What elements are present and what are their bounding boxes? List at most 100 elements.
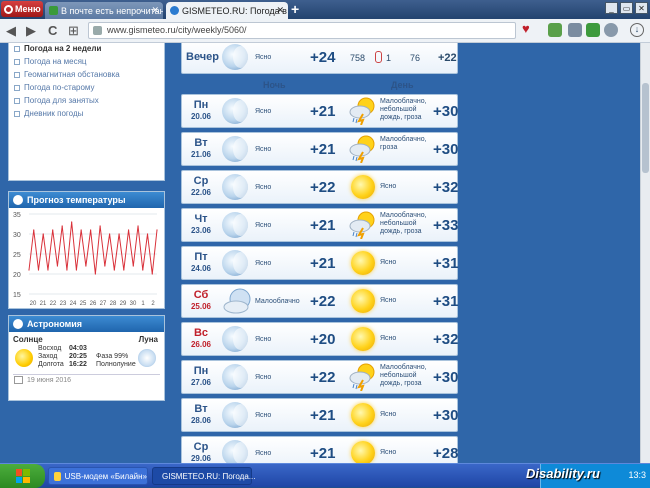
downloads-icon[interactable]: ↓ (630, 23, 644, 37)
temperature-point (127, 229, 130, 231)
x-tick-label: 22 (50, 301, 57, 307)
start-button[interactable] (0, 464, 45, 488)
day-of-week: Сб (193, 289, 209, 301)
y-tick-label: 30 (13, 232, 21, 239)
day-row: Вс 26.06 Ясно +20 Ясно +32 (181, 322, 458, 356)
scrollbar-thumb[interactable] (642, 83, 649, 173)
temperature-point (90, 229, 92, 231)
day-column-header: День (391, 80, 414, 90)
day-condition: Ясно (380, 297, 397, 304)
temperature-point (66, 269, 68, 271)
sidebar-links-box: Погода на 2 недели Погода на месяц Геома… (8, 43, 165, 181)
close-window-icon[interactable]: ✕ (635, 2, 648, 14)
day-of-week: Вт (194, 137, 208, 149)
day-row: Пн 27.06 Ясно +22 Малооблачно, небольшой дож… (181, 360, 458, 394)
taskbar-item-usb-modem[interactable]: USB-модем «Билайн» (48, 467, 148, 485)
tab-label: GISMETEO.RU: Погода в Во (182, 5, 288, 16)
url-input[interactable]: www.gismeteo.ru/city/weekly/5060/ (88, 22, 516, 39)
day-of-week: Вс (193, 327, 209, 339)
sidebar-link-busy[interactable]: Погода для занятых (14, 96, 164, 105)
x-tick-label: 20 (30, 301, 37, 307)
sidebar-link-old-style[interactable]: Погода по-старому (14, 83, 164, 92)
day-date: 24.06 (190, 264, 212, 273)
temperature-point (52, 229, 54, 231)
y-tick-label: 35 (13, 212, 21, 219)
clear-night-icon (222, 174, 248, 200)
bullet-icon (14, 71, 20, 78)
evening-humidity: 76 (410, 53, 421, 63)
heart-bookmark-icon[interactable]: ♥ (522, 21, 536, 36)
forward-icon[interactable]: ▶ (26, 23, 36, 39)
close-tab-icon[interactable]: ✕ (151, 5, 159, 16)
sidebar-link-diary[interactable]: Дневник погоды (14, 109, 164, 118)
watermark: Disability.ru (526, 466, 600, 481)
extension-icon[interactable] (568, 23, 582, 37)
day-temperature: +32 (433, 179, 459, 196)
vertical-scrollbar[interactable] (640, 43, 650, 463)
browser-tab-bar: Меню В почте есть непрочитанн ✕ GISMETEO.… (0, 0, 650, 19)
astronomy-header: Астрономия (9, 316, 164, 332)
night-condition: Ясно (255, 260, 272, 267)
gismeteo-favicon-icon (170, 6, 179, 15)
day-condition: Малооблачно, небольшой дождь, гроза (380, 98, 427, 121)
day-label: Ср 29.06 (186, 441, 216, 463)
moon-phase-name: Полнолуние (96, 361, 136, 368)
site-info-icon[interactable] (93, 26, 102, 35)
download-extension-icon[interactable] (586, 23, 600, 37)
day-temperature: +30 (433, 103, 459, 120)
temperature-point (113, 269, 115, 271)
x-tick-label: 29 (120, 301, 127, 307)
sidebar-link-geomagnetic[interactable]: Геомагнитная обстановка (14, 70, 164, 79)
browser-menu-button[interactable]: Меню (1, 1, 43, 17)
clear-night-icon (222, 364, 248, 390)
evening-temperature: +24 (310, 49, 336, 66)
night-temperature: +21 (310, 407, 336, 424)
night-temperature: +21 (310, 141, 336, 158)
sidebar-link-month[interactable]: Погода на месяц (14, 57, 164, 66)
daylength-label: Долгота (38, 361, 64, 368)
adblock-icon[interactable] (548, 23, 562, 37)
speed-dial-icon[interactable]: ⊞ (68, 23, 79, 39)
evening-label: Вечер (186, 51, 220, 63)
day-row: Пн 20.06 Ясно +21 Малооблачно, небольшой дож… (181, 94, 458, 128)
clear-night-icon (222, 440, 248, 463)
night-temperature: +20 (310, 331, 336, 348)
x-tick-label: 1 (141, 301, 145, 307)
forecast-column: Вечер Ясно +24 758 1 76 +22 Ночь День Пн… (173, 43, 465, 463)
day-temperature: +28 (433, 445, 459, 462)
day-label: Вт 21.06 (186, 137, 216, 161)
evening-feels-like: +22 (438, 52, 457, 64)
x-tick-label: 30 (130, 301, 137, 307)
new-tab-button[interactable]: + (291, 1, 299, 17)
day-label: Пн 20.06 (186, 99, 216, 123)
windows-logo-icon (15, 469, 30, 483)
x-tick-label: 26 (90, 301, 97, 307)
night-temperature: +21 (310, 445, 336, 462)
astronomy-date: 19 июня 2016 (27, 377, 72, 384)
tab-label: В почте есть непрочитанн (61, 5, 163, 16)
reload-icon[interactable]: C (48, 23, 57, 38)
temperature-point (47, 269, 49, 271)
evening-wind: 1 (386, 53, 392, 63)
close-tab-icon[interactable]: ✕ (276, 5, 284, 16)
x-tick-label: 23 (60, 301, 67, 307)
temperature-point (146, 233, 149, 235)
night-temperature: +21 (310, 217, 336, 234)
temperature-point (37, 269, 40, 271)
tab-gismeteo[interactable]: GISMETEO.RU: Погода в Во✕ (166, 2, 288, 19)
taskbar-item-browser[interactable]: GISMETEO.RU: Погода... (152, 467, 255, 485)
globe-icon[interactable] (604, 23, 618, 37)
maximize-icon[interactable]: ▭ (620, 2, 633, 14)
minimize-icon[interactable]: _ (605, 2, 618, 14)
modem-icon (54, 471, 61, 481)
back-icon[interactable]: ◀ (6, 23, 16, 39)
tab-mail[interactable]: В почте есть непрочитанн ✕ (45, 2, 163, 19)
sunny-icon (351, 289, 375, 313)
temperature-point (80, 229, 82, 231)
night-column-header: Ночь (263, 80, 286, 90)
day-condition: Ясно (380, 335, 397, 342)
sidebar-link-2weeks[interactable]: Погода на 2 недели (14, 44, 164, 53)
sunny-icon (351, 403, 375, 427)
webpage-viewport: Погода на 2 недели Погода на месяц Геома… (0, 43, 640, 463)
y-tick-label: 20 (13, 272, 21, 279)
